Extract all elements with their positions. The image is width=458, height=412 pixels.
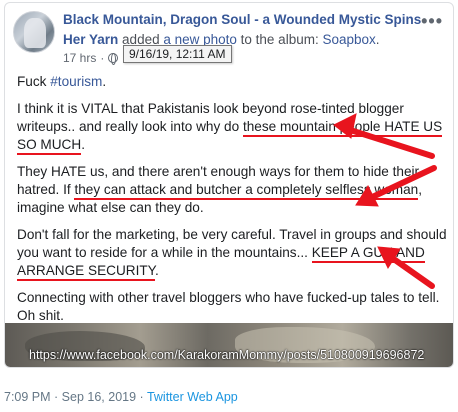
- hashtag-link[interactable]: #tourism: [50, 74, 102, 89]
- more-options-icon[interactable]: •••: [421, 11, 443, 32]
- p1-end: .: [102, 74, 107, 89]
- page-avatar[interactable]: [13, 11, 55, 53]
- photo-url-overlay: https://www.facebook.com/KarakoramMommy/…: [29, 348, 425, 362]
- post-body: Fuck #tourism. I think it is VITAL that …: [17, 73, 447, 334]
- date-tooltip: 9/16/19, 12:11 AM: [123, 45, 232, 63]
- p4-end: .: [154, 263, 159, 278]
- globe-icon: [108, 53, 119, 65]
- embedded-facebook-post: Black Mountain, Dragon Soul - a Wounded …: [4, 2, 454, 368]
- paragraph-1: Fuck #tourism.: [17, 73, 447, 91]
- tweet-metadata: 7:09 PM · Sep 16, 2019 · Twitter Web App: [4, 390, 238, 404]
- highlighted-phrase-2: they can attack and butcher a completely…: [74, 182, 419, 200]
- page-name-link[interactable]: Black Mountain, Dragon Soul - a Wounded …: [63, 12, 421, 27]
- tweet-date[interactable]: Sep 16, 2019: [62, 390, 136, 404]
- post-photo[interactable]: https://www.facebook.com/KarakoramMommy/…: [5, 323, 453, 367]
- paragraph-2: I think it is VITAL that Pakistanis look…: [17, 100, 447, 155]
- paragraph-4: Don't fall for the marketing, be very ca…: [17, 226, 447, 281]
- paragraph-3: They HATE us, and there aren't enough wa…: [17, 163, 447, 217]
- post-meta: 17 hrs ·: [63, 51, 119, 65]
- tweet-meta-sep-2: ·: [136, 390, 147, 404]
- page-name-link-cont[interactable]: Her Yarn: [63, 32, 118, 47]
- paragraph-5: Connecting with other travel bloggers wh…: [17, 290, 440, 323]
- album-suffix: .: [375, 32, 380, 47]
- album-link[interactable]: Soapbox: [322, 32, 375, 47]
- p1-text: Fuck: [17, 74, 51, 89]
- tweet-time[interactable]: 7:09 PM: [4, 390, 51, 404]
- p2-end: .: [81, 137, 85, 152]
- post-time[interactable]: 17 hrs: [63, 51, 96, 65]
- action-middle: to the album:: [236, 32, 323, 47]
- tweet-meta-sep: ·: [50, 390, 62, 404]
- tweet-source-link[interactable]: Twitter Web App: [147, 390, 238, 404]
- meta-separator: ·: [100, 51, 105, 65]
